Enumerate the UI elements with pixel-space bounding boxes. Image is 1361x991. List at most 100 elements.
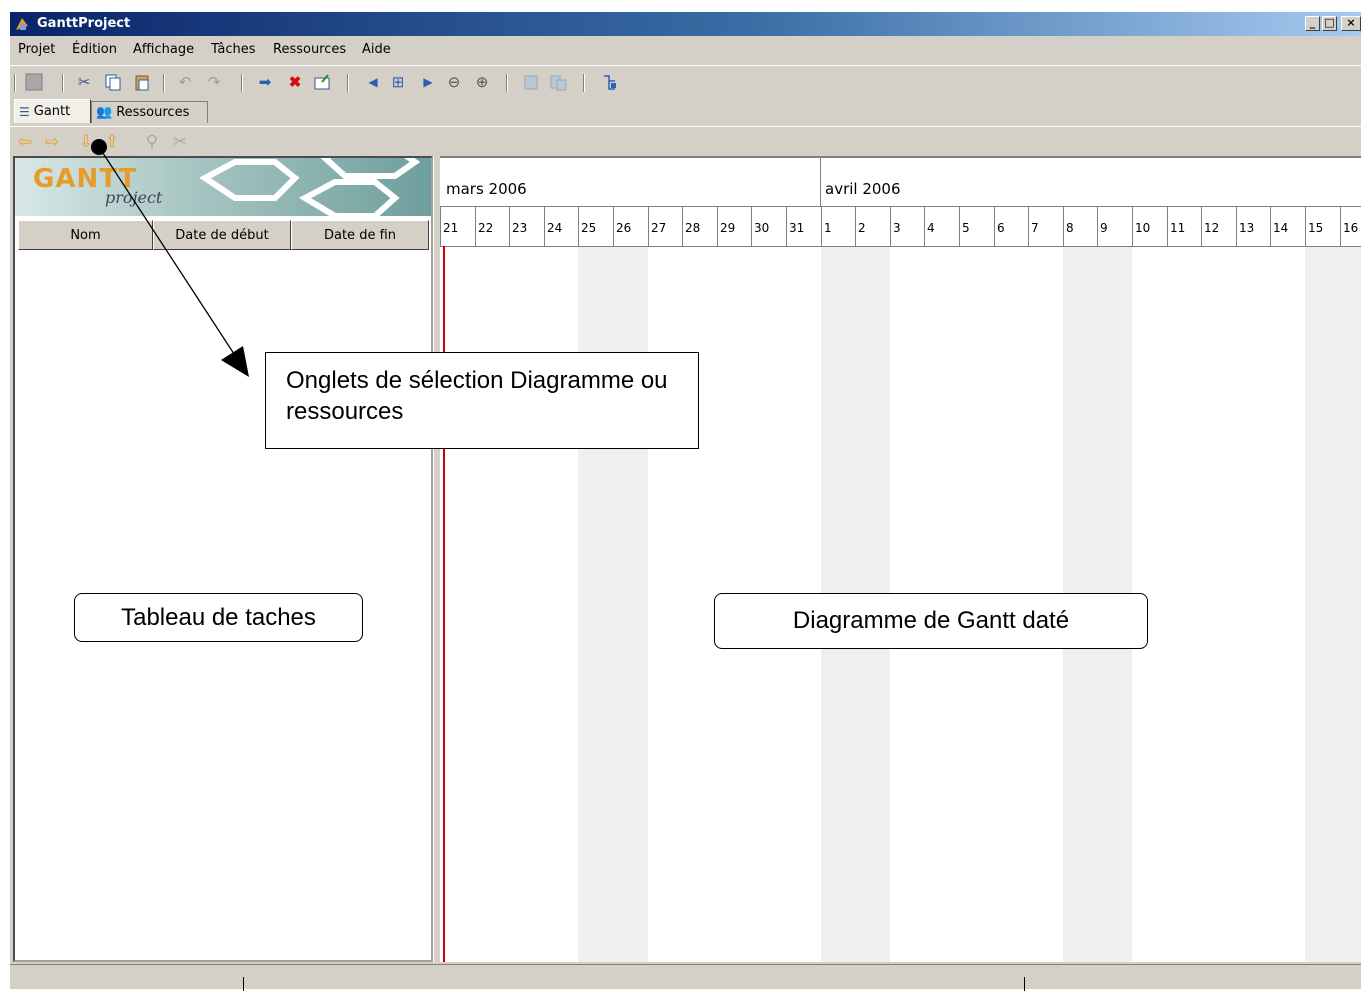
day-10: 10 xyxy=(1132,206,1167,246)
day-4: 4 xyxy=(924,206,959,246)
undo-icon[interactable]: ↶ xyxy=(175,72,195,92)
close-icon: × xyxy=(1346,16,1356,29)
day-30: 30 xyxy=(751,206,786,246)
gantt-project-logo: GANTT project xyxy=(15,158,431,216)
close-button[interactable]: × xyxy=(1341,16,1361,31)
day-12: 12 xyxy=(1201,206,1236,246)
zoom-in-icon[interactable]: ⊕ xyxy=(472,72,492,92)
redo-icon[interactable]: ↷ xyxy=(204,72,224,92)
minimize-button[interactable]: _ xyxy=(1305,16,1320,31)
delete-icon[interactable]: ✖ xyxy=(285,72,305,92)
day-3: 3 xyxy=(890,206,925,246)
day-15: 15 xyxy=(1305,206,1340,246)
tab-gantt[interactable]: ☰ Gantt xyxy=(14,99,91,123)
menu-projet[interactable]: Projet xyxy=(18,42,55,57)
column-date-debut[interactable]: Date de début xyxy=(153,220,291,250)
day-1: 1 xyxy=(821,206,856,246)
toolbar-separator xyxy=(62,74,64,92)
unlink-icon[interactable]: ✂ xyxy=(170,131,190,153)
toolbar-separator xyxy=(163,74,165,92)
menu-affichage[interactable]: Affichage xyxy=(133,42,194,57)
maximize-button[interactable]: □ xyxy=(1322,16,1337,31)
status-divider xyxy=(243,977,244,991)
paste-icon[interactable] xyxy=(132,72,152,92)
day-29: 29 xyxy=(717,206,752,246)
toolbar-separator xyxy=(506,74,508,92)
view-tabs: ☰ Gantt 👥 Ressources xyxy=(10,99,1361,125)
menu-edition[interactable]: Édition xyxy=(72,42,117,57)
fit-icon[interactable]: ⊞ xyxy=(388,72,408,92)
day-28: 28 xyxy=(682,206,717,246)
zoom-out-icon[interactable]: ⊖ xyxy=(444,72,464,92)
month-avril: avril 2006 xyxy=(825,180,901,198)
day-24: 24 xyxy=(544,206,579,246)
day-22: 22 xyxy=(475,206,510,246)
gantt-window: GanttProject _ □ × Projet Édition Affich… xyxy=(10,12,1361,991)
app-icon xyxy=(16,18,28,30)
move-down-icon[interactable]: ⇩ xyxy=(76,131,96,153)
resources-tab-icon: 👥 xyxy=(96,105,113,120)
day-23: 23 xyxy=(509,206,544,246)
tabs-callout: Onglets de sélection Diagramme ou ressou… xyxy=(265,352,699,449)
day-header: 21 22 23 24 25 26 27 28 29 30 31 1 2 3 4 5 6 7 8 9 10 11 12 13 1… xyxy=(440,206,1361,247)
cut-icon[interactable]: ✂ xyxy=(74,72,94,92)
day-11: 11 xyxy=(1167,206,1202,246)
main-toolbar: ✂ ↶ ↷ ➡ ✖ ◀ ⊞ ▶ ⊖ ⊕ xyxy=(10,65,1361,98)
day-7: 7 xyxy=(1028,206,1063,246)
day-25: 25 xyxy=(578,206,613,246)
outdent-left-icon[interactable]: ⇦ xyxy=(15,131,35,153)
day-16: 16 xyxy=(1340,206,1361,246)
gantt-chart-panel: mars 2006 avril 2006 21 22 23 24 25 26 27 28 29 3… xyxy=(440,156,1361,962)
month-divider xyxy=(820,158,821,206)
day-26: 26 xyxy=(613,206,648,246)
status-bar xyxy=(10,964,1361,991)
day-31: 31 xyxy=(786,206,821,246)
day-5: 5 xyxy=(959,206,994,246)
task-table-panel: GANTT project Nom Date de début Date de … xyxy=(13,156,433,962)
logo-subtitle: project xyxy=(105,188,163,207)
tab-gantt-label: Gantt xyxy=(33,104,71,119)
scroll-right-icon[interactable]: ▶ xyxy=(418,72,438,92)
gantt-callout: Diagramme de Gantt daté xyxy=(714,593,1148,649)
indent-icon[interactable]: ➡ xyxy=(255,72,275,92)
task-table-header: Nom Date de début Date de fin xyxy=(18,220,429,250)
status-divider xyxy=(1024,977,1025,991)
month-mars: mars 2006 xyxy=(446,180,527,198)
print-icon[interactable] xyxy=(521,72,541,92)
tab-ressources-label: Ressources xyxy=(116,105,190,120)
day-6: 6 xyxy=(994,206,1029,246)
day-27: 27 xyxy=(648,206,683,246)
preview-icon[interactable] xyxy=(548,72,568,92)
save-icon[interactable] xyxy=(24,72,44,92)
menu-bar: Projet Édition Affichage Tâches Ressourc… xyxy=(10,37,1361,61)
copy-icon[interactable] xyxy=(103,72,123,92)
toolbar-separator xyxy=(347,74,349,92)
title-bar[interactable]: GanttProject _ □ × xyxy=(10,12,1361,36)
minimize-icon: _ xyxy=(1309,16,1316,29)
gantt-tab-icon: ☰ xyxy=(19,104,30,119)
tab-separator xyxy=(10,126,1361,127)
indent-right-icon[interactable]: ⇨ xyxy=(42,131,62,153)
properties-icon[interactable] xyxy=(312,72,332,92)
menu-aide[interactable]: Aide xyxy=(362,42,391,57)
table-callout: Tableau de taches xyxy=(74,593,363,642)
weekend-column xyxy=(1305,246,1340,962)
column-nom[interactable]: Nom xyxy=(18,220,153,250)
tab-ressources[interactable]: 👥 Ressources xyxy=(91,101,208,123)
toolbar-separator xyxy=(583,74,585,92)
scroll-left-icon[interactable]: ◀ xyxy=(363,72,383,92)
day-2: 2 xyxy=(855,206,890,246)
menu-ressources[interactable]: Ressources xyxy=(273,42,346,57)
menu-taches[interactable]: Tâches xyxy=(211,42,256,57)
day-8: 8 xyxy=(1063,206,1098,246)
month-header: mars 2006 avril 2006 xyxy=(440,158,1361,207)
maximize-icon: □ xyxy=(1324,16,1335,29)
move-up-icon[interactable]: ⇧ xyxy=(102,131,122,153)
window-title: GanttProject xyxy=(37,16,131,31)
gantt-settings-icon[interactable] xyxy=(600,72,620,92)
day-14: 14 xyxy=(1270,206,1305,246)
task-toolbar: ⇦ ⇨ ⇩ ⇧ ⚲ ✂ xyxy=(10,129,1361,157)
day-13: 13 xyxy=(1236,206,1271,246)
link-icon[interactable]: ⚲ xyxy=(142,131,162,153)
column-date-fin[interactable]: Date de fin xyxy=(291,220,429,250)
